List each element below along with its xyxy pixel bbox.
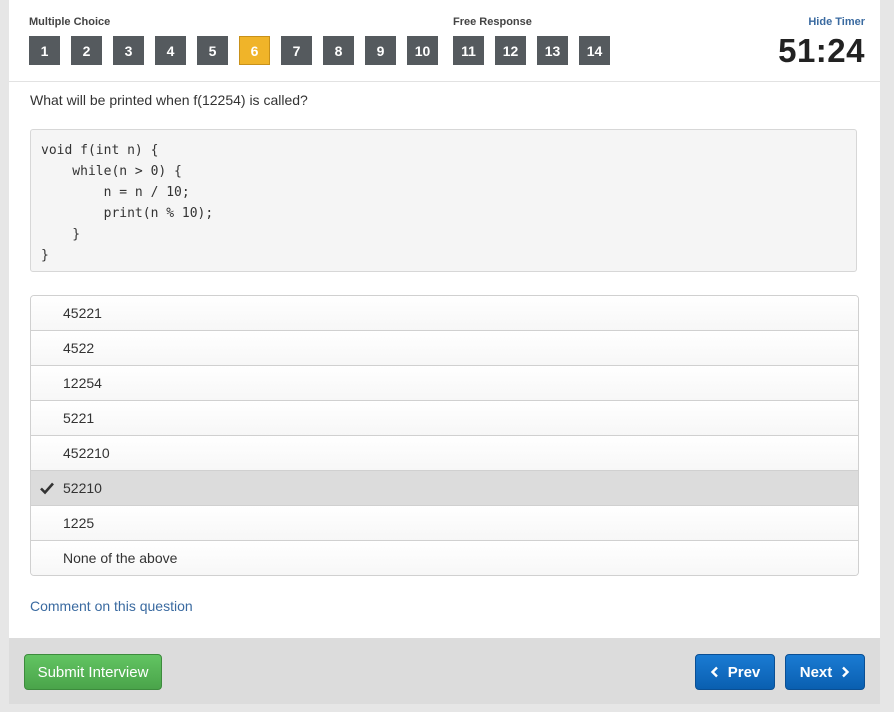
answer-option-6-selected[interactable]: 52210 [31, 470, 858, 505]
answer-option-4[interactable]: 5221 [31, 400, 858, 435]
answer-option-8[interactable]: None of the above [31, 540, 858, 575]
question-button-9[interactable]: 9 [365, 36, 396, 65]
free-response-label: Free Response [453, 16, 532, 28]
answer-options: 45221 4522 12254 5221 452210 52210 1225 … [30, 295, 859, 576]
chevron-right-icon [842, 666, 850, 678]
answer-option-2[interactable]: 4522 [31, 330, 858, 365]
answer-option-label: 45221 [63, 305, 102, 321]
question-prompt: What will be printed when f(12254) is ca… [30, 92, 308, 108]
prev-button[interactable]: Prev [695, 654, 775, 690]
question-button-7[interactable]: 7 [281, 36, 312, 65]
hide-timer-link[interactable]: Hide Timer [808, 16, 865, 28]
answer-option-1[interactable]: 45221 [31, 296, 858, 330]
answer-option-5[interactable]: 452210 [31, 435, 858, 470]
answer-option-label: 1225 [63, 515, 95, 531]
footer-bar: Submit Interview Prev Next [9, 638, 880, 704]
answer-option-label: 52210 [63, 480, 102, 496]
prev-label: Prev [727, 663, 761, 681]
question-button-13[interactable]: 13 [537, 36, 568, 65]
chevron-left-icon [710, 666, 718, 678]
answer-option-label: 452210 [63, 445, 110, 461]
answer-option-label: 5221 [63, 410, 95, 426]
question-button-14[interactable]: 14 [579, 36, 610, 65]
code-block: void f(int n) { while(n > 0) { n = n / 1… [30, 129, 857, 272]
multiple-choice-label: Multiple Choice [29, 16, 111, 28]
question-button-10[interactable]: 10 [407, 36, 438, 65]
next-button[interactable]: Next [785, 654, 865, 690]
answer-option-3[interactable]: 12254 [31, 365, 858, 400]
question-button-4[interactable]: 4 [155, 36, 186, 65]
question-button-12[interactable]: 12 [495, 36, 526, 65]
question-card: Multiple Choice Free Response 1 2 3 4 5 … [9, 0, 880, 638]
answer-option-label: None of the above [63, 550, 178, 566]
question-button-5[interactable]: 5 [197, 36, 228, 65]
submit-interview-label: Submit Interview [37, 663, 149, 681]
checkmark-icon [40, 482, 54, 495]
answer-option-7[interactable]: 1225 [31, 505, 858, 540]
next-label: Next [799, 663, 833, 681]
question-button-3[interactable]: 3 [113, 36, 144, 65]
answer-option-label: 12254 [63, 375, 102, 391]
question-button-8[interactable]: 8 [323, 36, 354, 65]
question-button-2[interactable]: 2 [71, 36, 102, 65]
timer-display: 51:24 [778, 32, 865, 69]
answer-option-label: 4522 [63, 340, 95, 356]
comment-link[interactable]: Comment on this question [30, 598, 193, 614]
submit-interview-button[interactable]: Submit Interview [24, 654, 162, 690]
question-button-1[interactable]: 1 [29, 36, 60, 65]
header: Multiple Choice Free Response 1 2 3 4 5 … [9, 0, 880, 82]
question-button-6[interactable]: 6 [239, 36, 270, 65]
question-button-11[interactable]: 11 [453, 36, 484, 65]
